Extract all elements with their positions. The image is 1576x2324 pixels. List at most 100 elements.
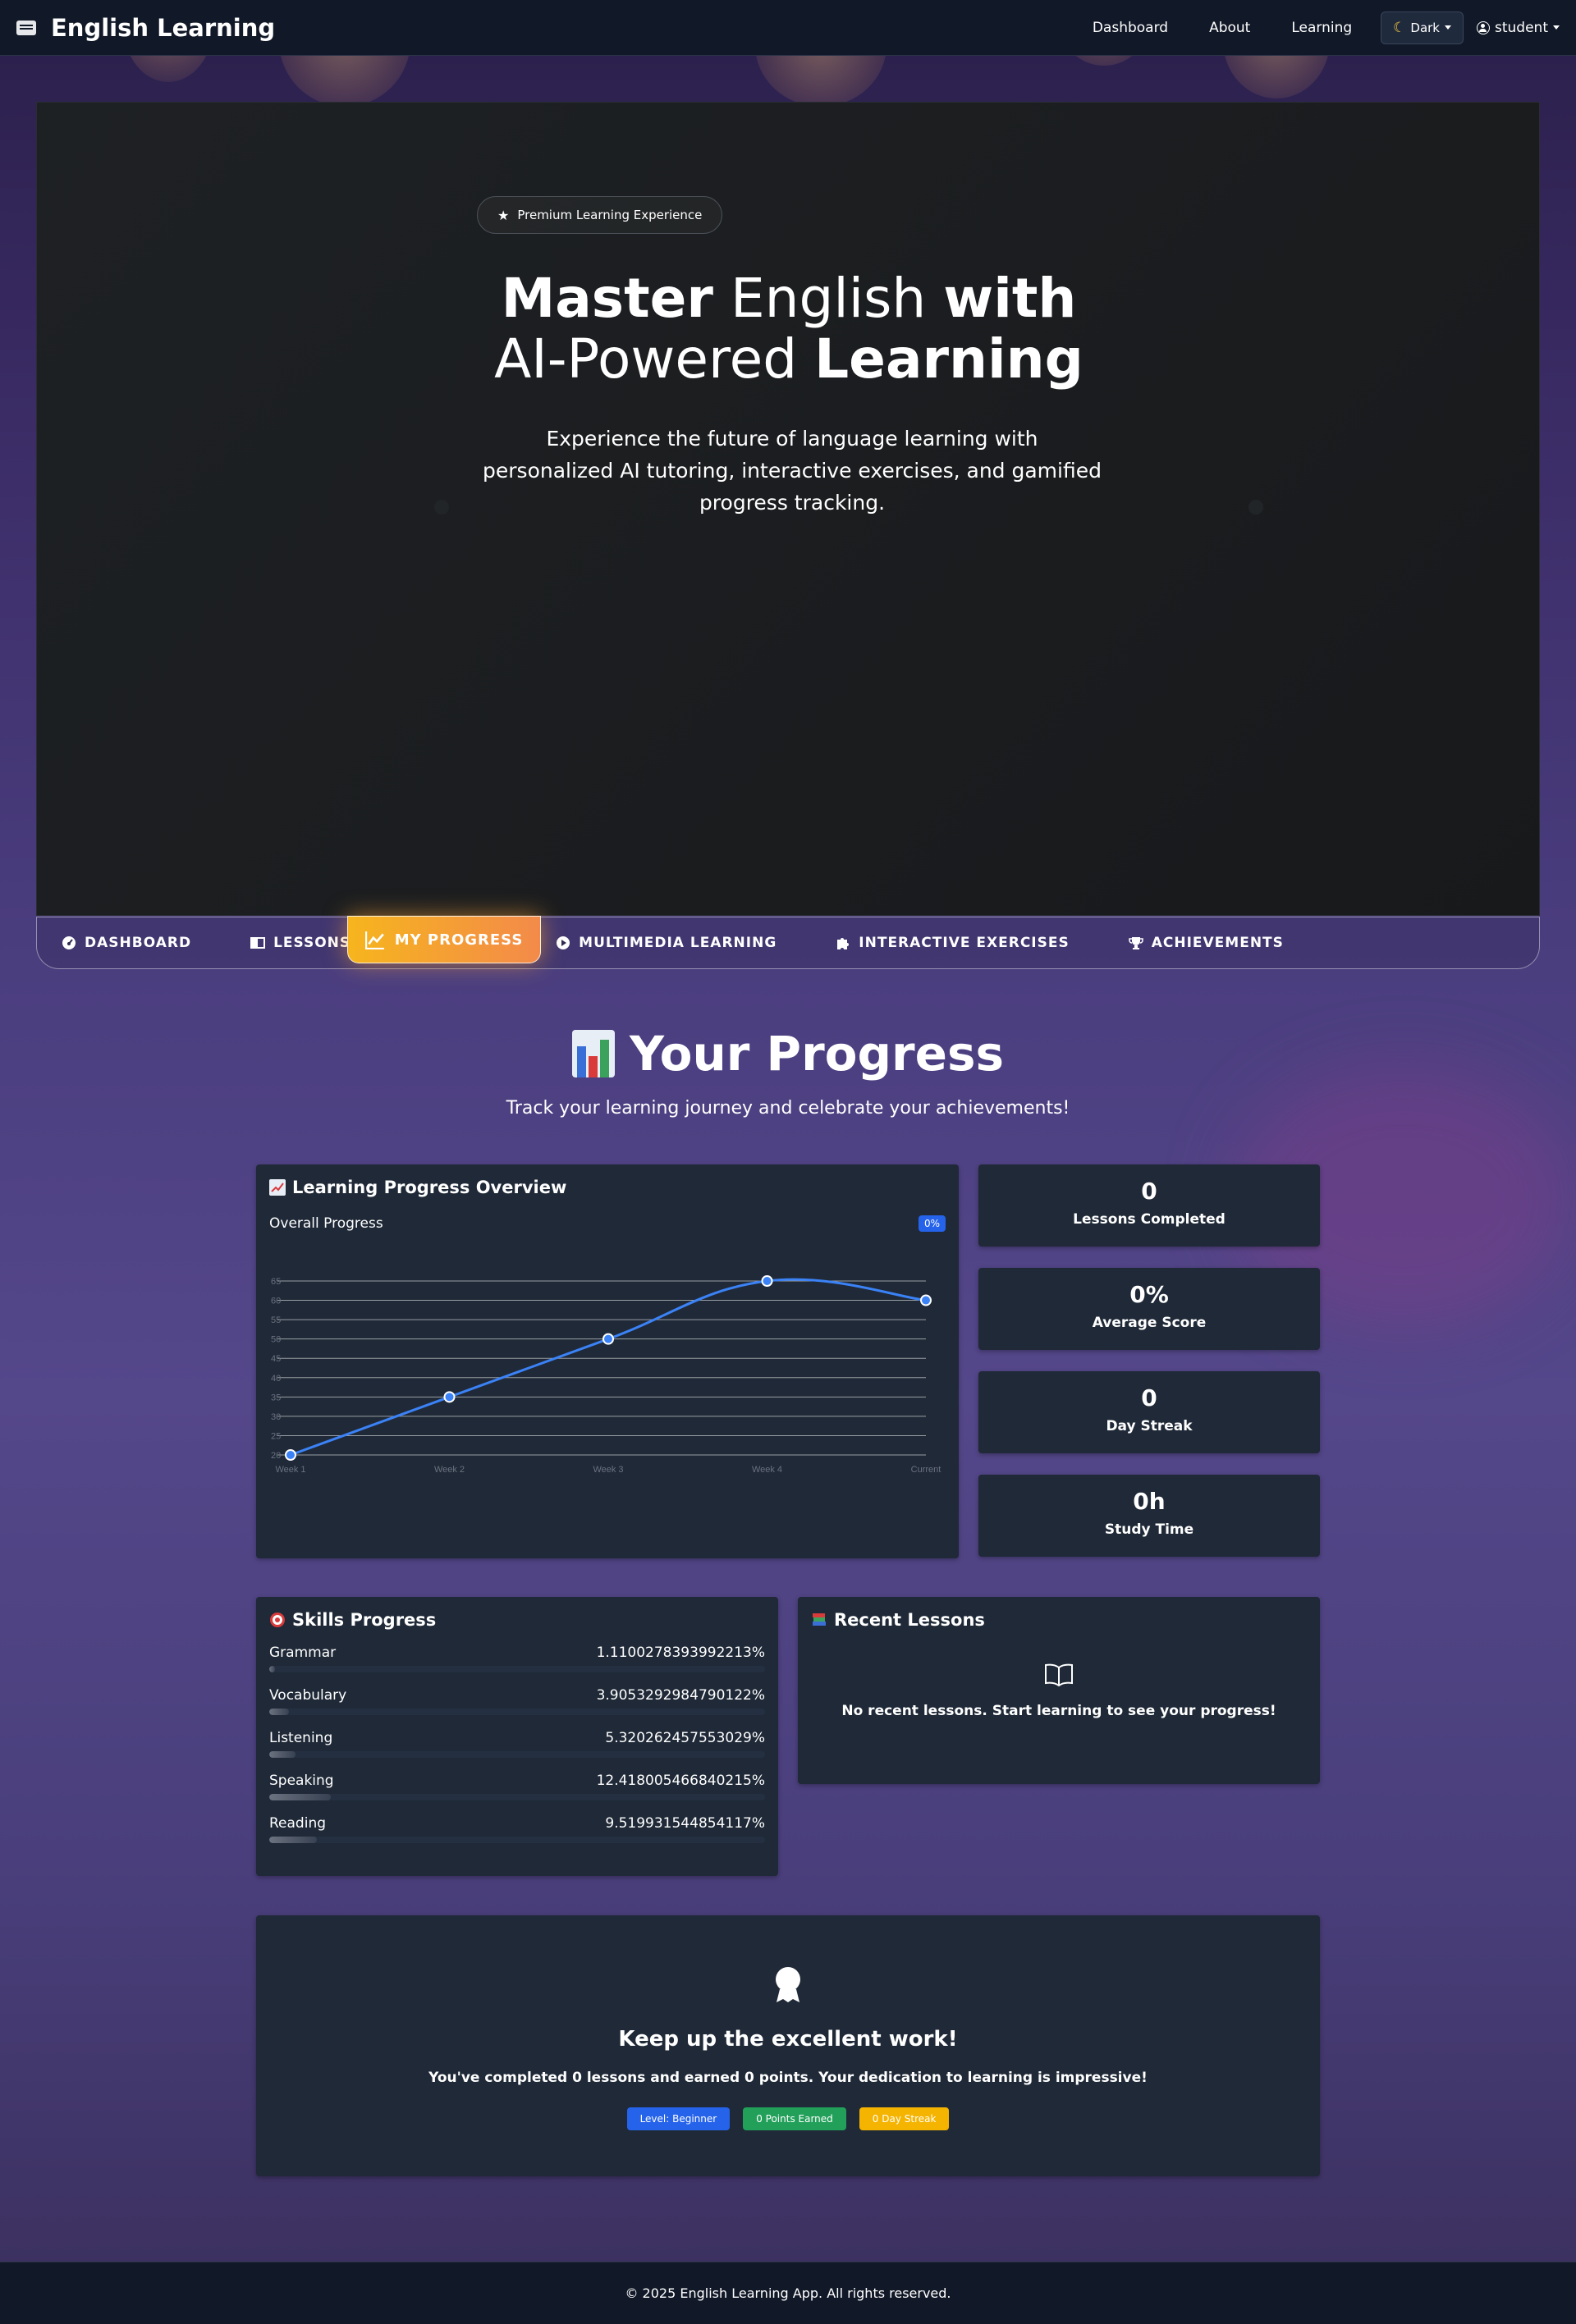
user-label: student	[1495, 19, 1548, 36]
premium-badge-label: Premium Learning Experience	[517, 208, 703, 222]
progress-heading: Your Progress	[0, 1026, 1576, 1082]
skill-progress-fill	[269, 1709, 289, 1715]
skills-title: Skills Progress	[269, 1610, 765, 1630]
stat-day-streak: 0 Day Streak	[978, 1371, 1320, 1453]
stat-label: Lessons Completed	[1073, 1211, 1226, 1228]
recent-title: Recent Lessons	[811, 1610, 1307, 1630]
stat-value: 0	[1141, 1384, 1157, 1411]
chart-x-tick-label: Week 3	[593, 1465, 623, 1475]
chart-data-point	[285, 1449, 296, 1461]
tab-label: INTERACTIVE EXERCISES	[859, 935, 1070, 951]
theme-toggle-button[interactable]: ☾ Dark	[1381, 11, 1464, 44]
skill-name: Listening	[269, 1730, 333, 1746]
stat-value: 0%	[1129, 1281, 1169, 1308]
progress-subtitle: Track your learning journey and celebrat…	[506, 1098, 1070, 1119]
chart-x-tick-label: Week 4	[752, 1465, 782, 1475]
hero-title-word: AI-Powered	[494, 327, 815, 391]
chart-y-tick-label: 50	[271, 1335, 281, 1345]
tab-achievements[interactable]: ACHIEVEMENTS	[1128, 935, 1308, 951]
recent-lessons-card: Recent Lessons No recent lessons. Start …	[798, 1597, 1320, 1784]
hero-title-word: English	[712, 267, 944, 330]
motivation-text: You've completed 0 lessons and earned 0 …	[428, 2070, 1148, 2086]
moon-icon: ☾	[1393, 19, 1406, 36]
skill-name: Vocabulary	[269, 1687, 347, 1704]
nav-link-about[interactable]: About	[1189, 20, 1271, 36]
nav-link-learning[interactable]: Learning	[1271, 20, 1372, 36]
carousel-prev-dot[interactable]	[434, 500, 449, 515]
brand-title: English Learning	[51, 13, 276, 42]
progress-line-chart: 20 25 30 35 40 45 50 55 60 65 Week 1 Week 2 Week 3 We…	[271, 1275, 941, 1475]
stat-study-time: 0h Study Time	[978, 1475, 1320, 1557]
user-menu-button[interactable]: student	[1477, 20, 1560, 36]
chart-y-tick-label: 65	[271, 1277, 281, 1287]
tab-my-progress[interactable]: MY PROGRESS	[347, 916, 541, 963]
book-open-icon	[1045, 1663, 1073, 1687]
skill-progress-bar	[269, 1709, 765, 1715]
skills-list: Grammar 1.1100278393992213% Vocabulary 3.90…	[269, 1645, 765, 1843]
skill-speaking: Speaking 12.418005466840215%	[269, 1773, 765, 1800]
tab-dashboard[interactable]: DASHBOARD	[62, 935, 216, 951]
recent-empty-state: No recent lessons. Start learning to see…	[811, 1663, 1307, 1719]
skill-progress-fill	[269, 1837, 317, 1843]
hero-title: Master English with AI-Powered Learning	[37, 268, 1541, 390]
book-open-icon	[250, 937, 266, 949]
chart-data-point	[443, 1391, 456, 1403]
stat-label: Day Streak	[1106, 1418, 1193, 1434]
theme-label: Dark	[1410, 20, 1440, 35]
stat-average-score: 0% Average Score	[978, 1268, 1320, 1350]
section-tabs: DASHBOARD LESSONS MULTIMEDIA LEARNING IN…	[36, 916, 1540, 969]
nav-link-dashboard[interactable]: Dashboard	[1072, 20, 1189, 36]
chart-y-tick-label: 30	[271, 1412, 281, 1422]
tab-interactive-exercises[interactable]: INTERACTIVE EXERCISES	[836, 935, 1093, 951]
chart-y-tick-label: 55	[271, 1315, 281, 1325]
hero-title-word: Learning	[814, 327, 1084, 391]
skill-grammar: Grammar 1.1100278393992213%	[269, 1645, 765, 1672]
skill-name: Speaking	[269, 1773, 334, 1789]
motivation-card: Keep up the excellent work! You've compl…	[256, 1915, 1320, 2176]
skill-listening: Listening 5.320262457553029%	[269, 1730, 765, 1758]
book-icon	[16, 20, 36, 35]
caret-down-icon	[1553, 25, 1560, 30]
skill-progress-fill	[269, 1794, 332, 1800]
books-icon	[813, 1613, 826, 1626]
skill-row: Vocabulary 3.9053292984790122%	[269, 1687, 765, 1704]
skill-reading: Reading 9.519931544854117%	[269, 1815, 765, 1843]
skill-row: Speaking 12.418005466840215%	[269, 1773, 765, 1789]
skill-name: Reading	[269, 1815, 327, 1832]
chart-x-tick-label: Week 2	[434, 1465, 465, 1475]
line-chart-icon	[364, 931, 384, 949]
chart-series-line	[290, 1278, 927, 1457]
hero-title-word: with	[943, 267, 1077, 330]
brand[interactable]: English Learning	[16, 14, 275, 42]
footer: © 2025 English Learning App. All rights …	[0, 2262, 1576, 2324]
star-icon: ★	[497, 207, 510, 223]
learning-overview-card: Learning Progress Overview Overall Progr…	[256, 1164, 959, 1558]
caret-down-icon	[1445, 25, 1451, 30]
stat-value: 0	[1141, 1178, 1157, 1205]
chart-y-tick-label: 25	[271, 1431, 281, 1441]
chart-x-tick-label: Current	[911, 1465, 941, 1475]
streak-badge: 0 Day Streak	[859, 2107, 950, 2130]
target-icon	[270, 1613, 285, 1627]
recent-empty-text: No recent lessons. Start learning to see…	[841, 1703, 1276, 1719]
trophy-icon	[1128, 937, 1143, 949]
gauge-icon	[62, 936, 76, 949]
footer-text: © 2025 English Learning App. All rights …	[625, 2285, 951, 2301]
level-badge: Level: Beginner	[626, 2107, 731, 2130]
points-badge: 0 Points Earned	[743, 2107, 846, 2130]
skill-value: 12.418005466840215%	[596, 1773, 765, 1789]
chart-y-tick-label: 40	[271, 1374, 281, 1384]
chart-y-tick-label: 60	[271, 1297, 281, 1306]
skill-row: Listening 5.320262457553029%	[269, 1730, 765, 1746]
tab-multimedia-learning[interactable]: MULTIMEDIA LEARNING	[556, 935, 801, 951]
skill-value: 9.519931544854117%	[605, 1815, 765, 1832]
bar-chart-icon	[571, 1030, 615, 1077]
stat-label: Study Time	[1104, 1521, 1194, 1538]
play-circle-icon	[557, 936, 570, 949]
puzzle-icon	[837, 938, 850, 949]
hero-subtitle: Experience the future of language learni…	[483, 427, 1102, 515]
carousel-next-dot[interactable]	[1248, 500, 1263, 515]
skill-row: Grammar 1.1100278393992213%	[269, 1645, 765, 1661]
recent-title-text: Recent Lessons	[834, 1610, 985, 1630]
tab-label: MY PROGRESS	[394, 931, 524, 949]
